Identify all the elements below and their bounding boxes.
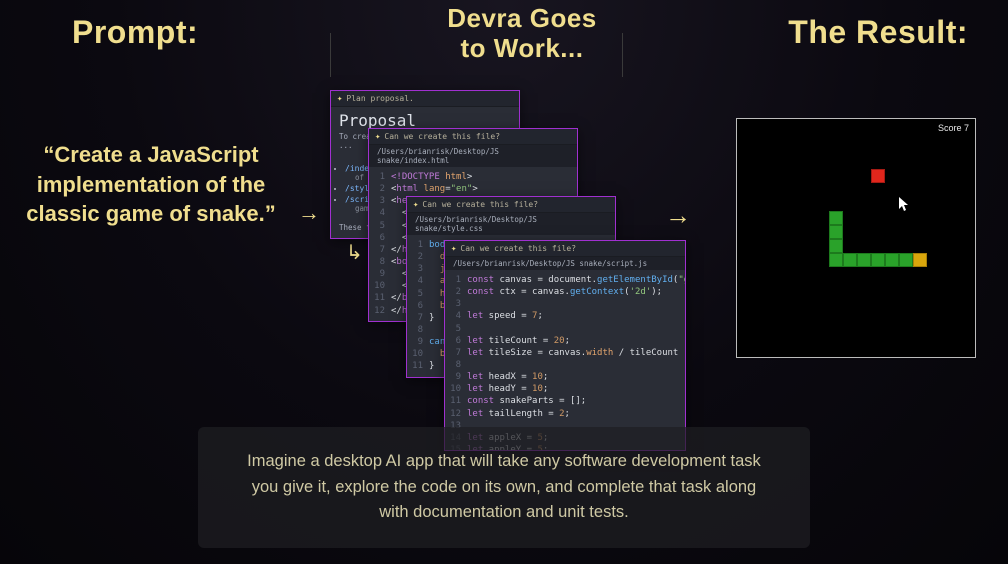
- snake-cell: [899, 253, 913, 267]
- snake-cell: [885, 253, 899, 267]
- turn-arrow-icon: ↳: [346, 240, 363, 265]
- snake-cell: [829, 225, 843, 239]
- divider: [622, 33, 623, 77]
- stage: Prompt: Devra Goes to Work... The Result…: [0, 0, 1008, 564]
- cursor-icon: [899, 197, 911, 216]
- headers: Prompt: Devra Goes to Work... The Result…: [0, 8, 1008, 78]
- file-path: /Users/brianrisk/Desktop/JS snake/index.…: [369, 145, 577, 167]
- sparkle-icon: ✦: [337, 94, 342, 104]
- file-path: /Users/brianrisk/Desktop/JS snake/style.…: [407, 213, 615, 235]
- code-body: 1const canvas = document.getElementById(…: [445, 270, 685, 450]
- snake-cell: [829, 239, 843, 253]
- snake-cell: [829, 211, 843, 225]
- panel-question: Can we create this file?: [422, 200, 538, 209]
- panel-question: Can we create this file?: [384, 132, 500, 141]
- snake-cell: [857, 253, 871, 267]
- header-work-l1: Devra Goes: [432, 4, 612, 34]
- header-work-l2: to Work...: [432, 34, 612, 64]
- panel-question: Can we create this file?: [460, 244, 576, 253]
- snake-cell: [871, 253, 885, 267]
- panel-title: Plan proposal.: [346, 94, 413, 103]
- footer-blurb: Imagine a desktop AI app that will take …: [198, 427, 810, 548]
- panel-titlebar: ✦ Can we create this file?: [407, 197, 615, 213]
- arrow-right-icon: →: [665, 200, 691, 231]
- sparkle-icon: ✦: [451, 244, 456, 254]
- panel-file-js: ✦ Can we create this file? /Users/brianr…: [444, 240, 686, 451]
- score-label: Score 7: [938, 123, 969, 133]
- panel-titlebar: ✦ Can we create this file?: [369, 129, 577, 145]
- sparkle-icon: ✦: [413, 200, 418, 210]
- game-canvas: Score 7: [736, 118, 976, 358]
- file-path: /Users/brianrisk/Desktop/JS snake/script…: [445, 257, 685, 270]
- panel-titlebar: ✦ Plan proposal.: [331, 91, 519, 107]
- food-cell: [871, 169, 885, 183]
- header-work: Devra Goes to Work...: [432, 4, 612, 64]
- header-result: The Result:: [788, 14, 968, 51]
- header-prompt: Prompt:: [72, 14, 198, 51]
- panel-titlebar: ✦ Can we create this file?: [445, 241, 685, 257]
- snake-head-cell: [913, 253, 927, 267]
- snake-cell: [843, 253, 857, 267]
- prompt-text: “Create a JavaScript implementation of t…: [6, 140, 296, 229]
- sparkle-icon: ✦: [375, 132, 380, 142]
- snake-cell: [829, 253, 843, 267]
- arrow-right-icon: →: [298, 200, 320, 226]
- divider: [330, 33, 331, 77]
